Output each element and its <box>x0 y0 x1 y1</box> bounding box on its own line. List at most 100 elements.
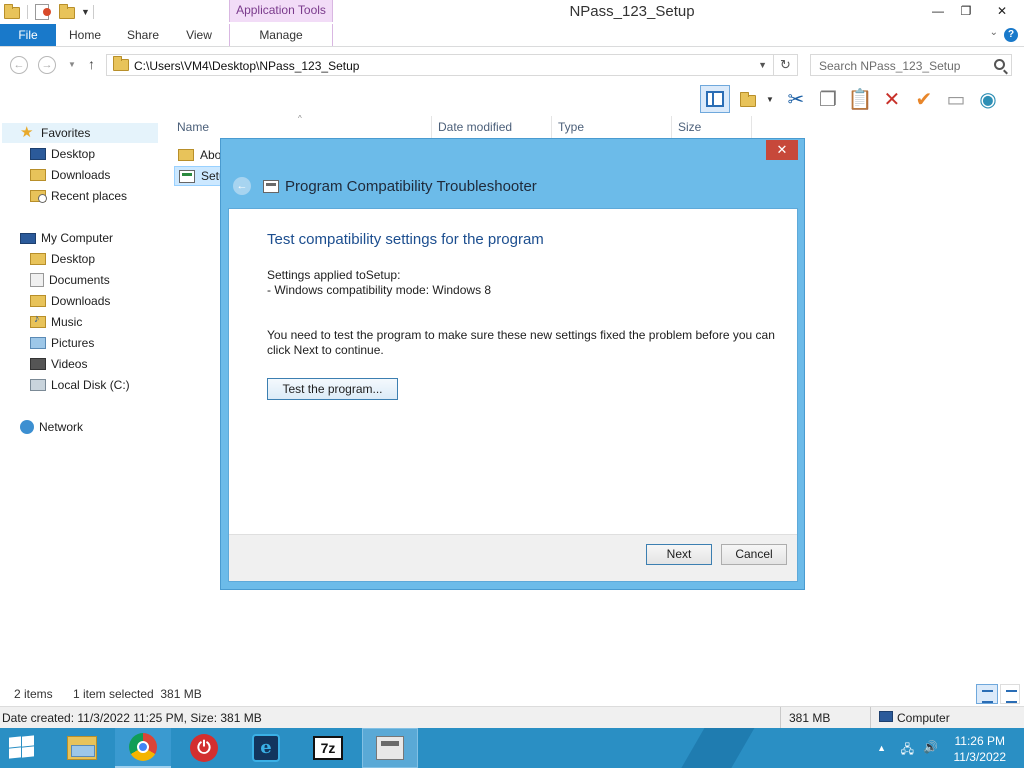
folder-icon <box>178 149 194 161</box>
column-divider[interactable] <box>551 116 552 138</box>
nav-label: My Computer <box>41 231 114 245</box>
file-explorer-icon <box>67 736 97 760</box>
details-bar: Date created: 11/3/2022 11:25 PM, Size: … <box>0 706 1024 729</box>
column-name[interactable]: Name <box>177 120 209 134</box>
large-icons-view-button[interactable] <box>1000 684 1020 704</box>
paste-button[interactable]: 📋 <box>846 85 874 113</box>
column-type[interactable]: Type <box>558 120 584 134</box>
back-button[interactable]: ← <box>10 56 28 74</box>
minimize-button[interactable]: — <box>924 0 952 22</box>
taskbar-chrome[interactable] <box>115 728 171 768</box>
nav-favorites-desktop[interactable]: Desktop <box>30 144 95 164</box>
folder-icon <box>4 4 20 20</box>
computer-icon <box>20 232 36 244</box>
videos-icon <box>30 358 46 370</box>
tab-file[interactable]: File <box>0 24 56 46</box>
address-dropdown-icon[interactable]: ▼ <box>758 60 767 70</box>
close-button[interactable]: ✕ <box>980 0 1024 22</box>
column-divider[interactable] <box>751 116 752 138</box>
column-size[interactable]: Size <box>678 120 701 134</box>
column-date-modified[interactable]: Date modified <box>438 120 512 134</box>
show-hidden-icons-icon[interactable]: ▲ <box>877 743 886 753</box>
column-divider[interactable] <box>431 116 432 138</box>
select-button[interactable]: ✔ <box>910 85 938 113</box>
forward-button[interactable]: → <box>38 56 56 74</box>
delete-button[interactable]: ✕ <box>878 85 906 113</box>
refresh-button[interactable]: ↻ <box>774 54 798 76</box>
recent-locations-dropdown-icon[interactable]: ▼ <box>68 60 76 69</box>
nav-label: Desktop <box>51 252 96 266</box>
nav-videos[interactable]: Videos <box>30 354 87 374</box>
qat-dropdown-icon[interactable]: ▼ <box>81 7 90 17</box>
copy-button[interactable]: ❐ <box>814 85 842 113</box>
nav-recent-places[interactable]: Recent places <box>30 186 127 206</box>
window-title: NPass_123_Setup <box>569 3 695 20</box>
properties-icon[interactable] <box>35 4 51 20</box>
windows-logo-icon <box>9 747 21 759</box>
nav-label: Downloads <box>51 168 111 182</box>
network-icon <box>20 420 34 434</box>
nav-documents[interactable]: Documents <box>30 270 110 290</box>
dialog-content: Test compatibility settings for the prog… <box>228 208 798 582</box>
nav-label: Local Disk (C:) <box>51 378 130 392</box>
volume-icon[interactable]: 🔊 <box>923 740 938 754</box>
music-icon <box>30 313 46 328</box>
address-field[interactable]: C:\Users\VM4\Desktop\NPass_123_Setup ▼ <box>106 54 774 76</box>
help-icon[interactable]: ? <box>1004 28 1018 42</box>
up-button[interactable]: ↑ <box>88 56 95 72</box>
search-input[interactable]: Search NPass_123_Setup <box>810 54 1012 76</box>
taskbar-power-app[interactable]: ⏻ <box>176 728 232 768</box>
troubleshooter-icon <box>376 736 404 760</box>
start-button[interactable] <box>8 735 36 760</box>
tab-home[interactable]: Home <box>62 24 108 46</box>
nav-computer-downloads[interactable]: Downloads <box>30 291 110 311</box>
nav-favorites[interactable]: ★ Favorites <box>2 123 158 143</box>
maximize-button[interactable]: ❐ <box>952 0 980 22</box>
nav-network[interactable]: Network <box>20 417 83 437</box>
cancel-button[interactable]: Cancel <box>721 544 787 565</box>
cut-button[interactable]: ✂ <box>782 85 810 113</box>
column-divider[interactable] <box>671 116 672 138</box>
settings-value: - Windows compatibility mode: Windows 8 <box>267 283 492 297</box>
taskbar-e-app[interactable]: e <box>238 728 294 768</box>
taskbar-troubleshooter[interactable] <box>362 728 418 768</box>
new-folder-icon[interactable] <box>59 4 75 20</box>
windows-logo-icon <box>9 736 21 748</box>
nav-music[interactable]: Music <box>30 312 82 332</box>
dialog-back-button[interactable]: ← <box>233 177 251 195</box>
folder-options-button[interactable] <box>734 85 762 113</box>
tab-share[interactable]: Share <box>120 24 166 46</box>
instruction-text: click Next to continue. <box>267 343 384 357</box>
clock[interactable]: 11:26 PM 11/3/2022 <box>954 733 1007 765</box>
details-view-button[interactable] <box>976 684 998 704</box>
details-location: Computer <box>897 711 950 725</box>
taskbar-7zip[interactable]: 7z <box>300 728 356 768</box>
preview-pane-button[interactable] <box>700 85 730 113</box>
desktop-folder-icon <box>30 253 46 265</box>
compatibility-troubleshooter-dialog: ✕ ← Program Compatibility Troubleshooter… <box>220 138 805 590</box>
nav-my-computer[interactable]: My Computer <box>20 228 113 248</box>
globe-button[interactable]: ◉ <box>974 85 1002 113</box>
rename-button[interactable]: ▭ <box>942 85 970 113</box>
navigation-pane: ★ Favorites Desktop Downloads Recent pla… <box>0 120 160 680</box>
folder-options-dropdown-icon[interactable]: ▼ <box>766 95 774 104</box>
taskbar-file-explorer[interactable] <box>54 728 110 768</box>
test-program-button[interactable]: Test the program... <box>267 378 398 400</box>
next-button[interactable]: Next <box>646 544 712 565</box>
dialog-footer: Next Cancel <box>229 534 797 581</box>
search-icon[interactable] <box>994 59 1005 70</box>
nav-local-disk[interactable]: Local Disk (C:) <box>30 375 130 395</box>
nav-favorites-downloads[interactable]: Downloads <box>30 165 110 185</box>
network-icon[interactable]: 🖧 <box>901 740 914 761</box>
dialog-close-button[interactable]: ✕ <box>766 140 798 160</box>
nav-computer-desktop[interactable]: Desktop <box>30 249 95 269</box>
nav-pictures[interactable]: Pictures <box>30 333 94 353</box>
nav-label: Recent places <box>51 189 128 203</box>
tab-view[interactable]: View <box>178 24 220 46</box>
downloads-icon <box>30 295 46 307</box>
tab-manage[interactable]: Manage <box>229 24 333 46</box>
ribbon-expand-icon[interactable]: ⌄ <box>990 27 998 38</box>
qat-separator <box>27 5 28 19</box>
command-toolbar: ▼ ✂ ❐ 📋 ✕ ✔ ▭ ◉ <box>700 84 1006 114</box>
documents-icon <box>30 273 44 287</box>
